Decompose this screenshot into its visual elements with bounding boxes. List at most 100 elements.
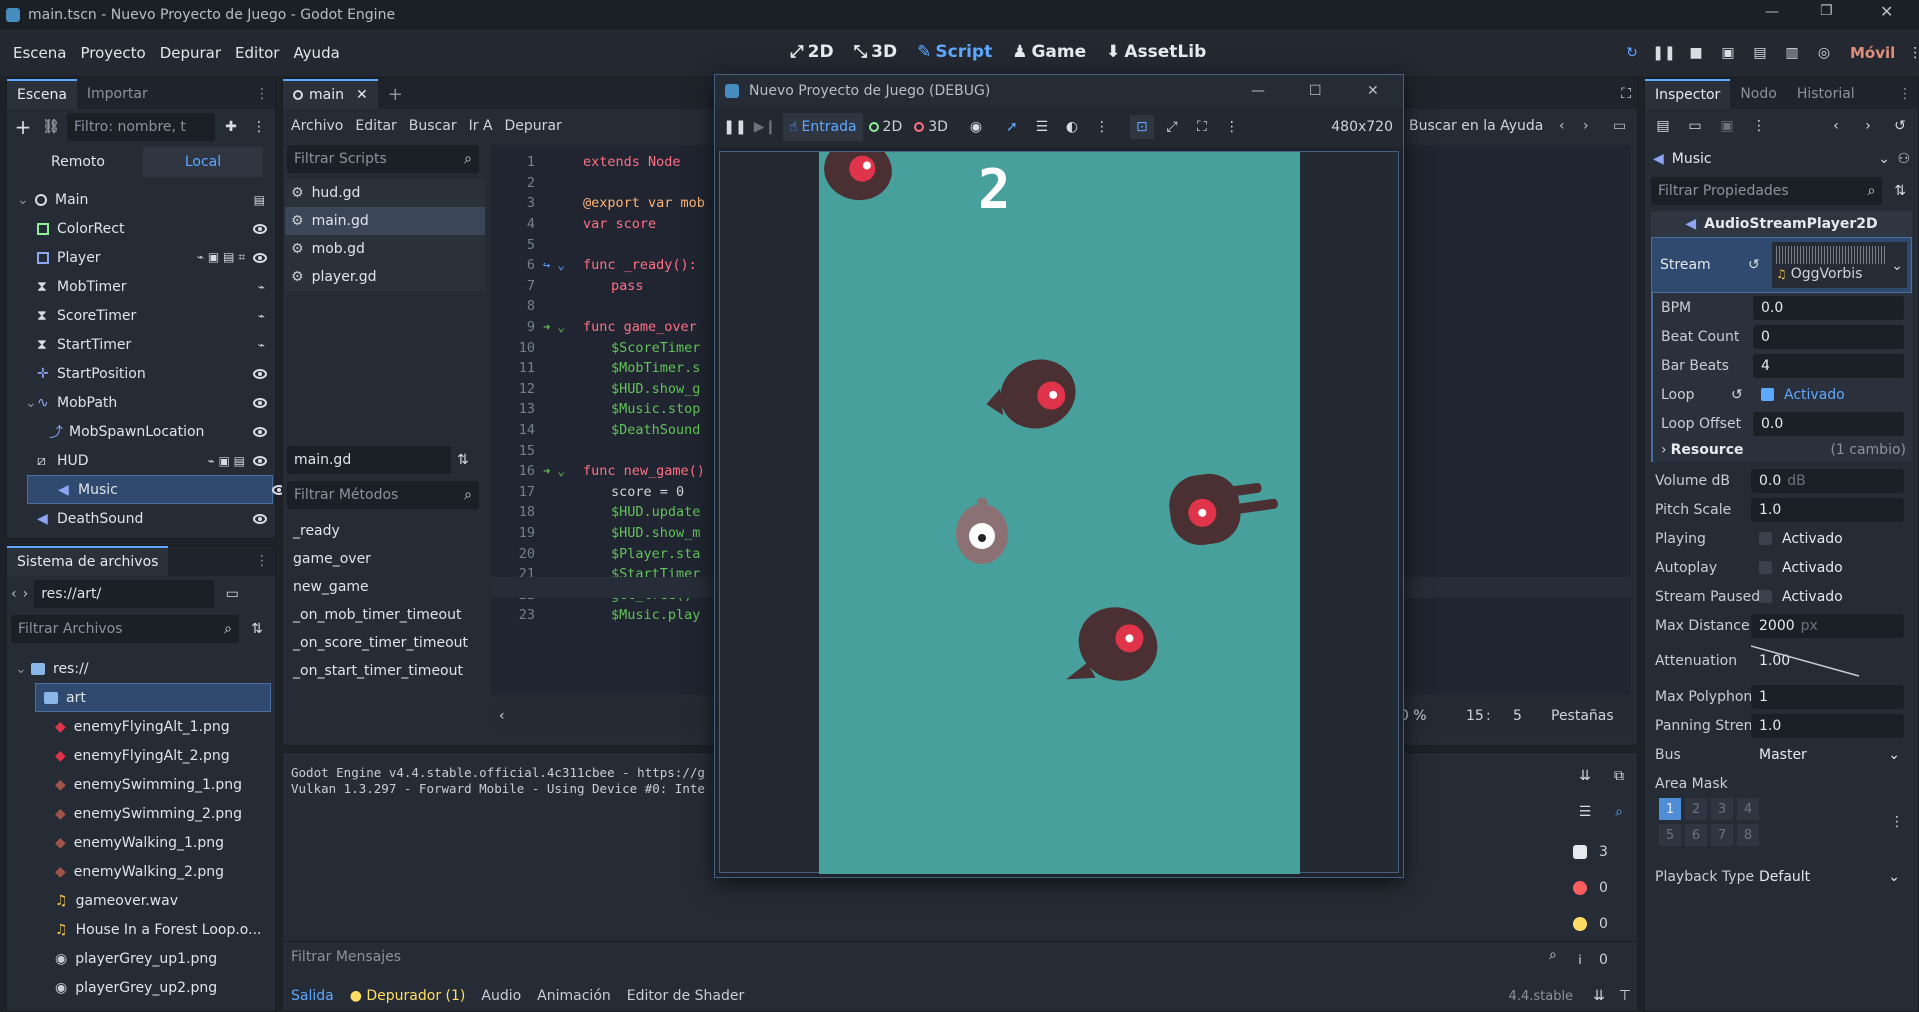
list-select-icon[interactable]: ☰ [1030,115,1054,139]
add-tab-icon[interactable]: + [388,84,403,105]
playback-select[interactable]: Default ⌄ [1751,865,1904,889]
mask-bit[interactable]: 1 [1659,798,1681,820]
history-forward-icon[interactable]: › [1856,114,1880,138]
tree-node-main[interactable]: ⌄ Main ▤ [7,185,275,214]
revert-icon[interactable]: ↺ [1748,257,1760,273]
workspace-game[interactable]: ♟ Game [1012,42,1086,62]
collapse-icon[interactable]: ⌄ [25,395,37,411]
scene-tab-main[interactable]: main ✕ [283,79,378,109]
bus-select[interactable]: Master ⌄ [1751,743,1904,767]
mask-bit[interactable]: 2 [1685,798,1707,820]
tree-node-colorrect[interactable]: ColorRect [7,214,275,243]
signal-icons[interactable]: ⌁ ▣ ▤ ⌗ [197,250,245,265]
script-filter-input[interactable]: Filtrar Scripts ⌕ [287,145,479,173]
renderer-select[interactable]: Móvil [1850,44,1895,62]
property-filter-input[interactable]: Filtrar Propiedades ⌕ [1651,177,1883,205]
attach-script-icon[interactable]: ✚ [219,115,243,139]
link-icon[interactable]: ⛓ [39,115,63,139]
next-frame-icon[interactable]: ▶❙ [753,115,777,139]
file-filter-input[interactable]: Filtrar Archivos ⌕ [11,615,239,643]
history-icon[interactable]: ↺ [1888,114,1912,138]
prop-slider[interactable]: 1.0 [1751,497,1904,522]
movie-icon[interactable]: ◎ [1812,41,1836,65]
save-icon[interactable]: ▣ [1715,114,1739,138]
indent-mode[interactable]: Pestañas [1551,708,1614,724]
dock-menu-icon[interactable]: ⋮ [255,86,269,102]
script-item-main[interactable]: ⚙ main.gd [285,207,485,235]
sort-icon[interactable]: ⇅ [245,617,269,641]
signal-icon[interactable]: ⌁ [258,309,265,323]
prop-slider[interactable]: 0.0 dB [1751,468,1904,493]
gutter-icon[interactable]: ➜ ⌄ [543,320,583,334]
folder-res[interactable]: ⌄ res:// [7,654,275,683]
select-icon[interactable]: ➚ [1000,115,1024,139]
menu-depurar[interactable]: Depurar [153,44,228,62]
mask-bit[interactable]: 7 [1711,824,1733,846]
scene-menu-icon[interactable]: ⋮ [247,115,271,139]
tab-shader[interactable]: Editor de Shader [627,988,744,1004]
gutter-icon[interactable]: ↪ ⌄ [543,258,583,272]
tree-node-mobspawnlocation[interactable]: ⤴ MobSpawnLocation [7,417,275,446]
chevron-down-icon[interactable]: ⌄ [1891,258,1903,274]
new-resource-icon[interactable]: ▤ [1651,114,1675,138]
revert-icon[interactable]: ↺ [1731,387,1743,403]
minimize-icon[interactable]: — [1251,83,1265,99]
method-item[interactable]: _on_start_timer_timeout [287,657,483,685]
visibility-icon[interactable] [253,368,267,379]
minimize-icon[interactable]: — [1765,4,1779,20]
visibility-icon[interactable] [253,455,267,466]
tree-node-music[interactable]: ◀ Music [27,475,286,504]
maximize-icon[interactable]: ☐ [1309,83,1322,99]
remote-button[interactable]: Remoto [13,154,143,170]
tab-nodo[interactable]: Nodo [1730,79,1787,109]
script-item-hud[interactable]: ⚙ hud.gd [285,179,485,207]
mask-bit[interactable]: 6 [1685,824,1707,846]
stretch-icon[interactable]: ⤢ [1160,115,1184,139]
tab-filesystem[interactable]: Sistema de archivos [7,546,169,576]
prop-spinbox[interactable]: 0 [1753,324,1904,349]
path-input[interactable]: res://art/ [34,580,215,608]
method-filter-input[interactable]: Filtrar Métodos ⌕ [287,481,479,509]
scene-filter-input[interactable]: Filtro: nombre, t [67,113,215,141]
loop-checkbox[interactable]: Activado [1753,383,1904,407]
visibility-icon[interactable]: ◉ [964,115,988,139]
vertical-dots-icon[interactable]: ⋮ [1903,41,1919,65]
tree-node-mobpath[interactable]: ⌄ ∿ MobPath [7,388,275,417]
script-item-player[interactable]: ⚙ player.gd [285,263,485,291]
dock-menu-icon[interactable]: ⋮ [1898,86,1912,102]
tab-importar[interactable]: Importar [77,79,158,109]
workspace-assetlib[interactable]: ⬇ AssetLib [1106,42,1206,62]
signal-icon[interactable]: ⌁ [258,338,265,352]
back-icon[interactable]: ‹ [11,586,17,602]
tree-node-startposition[interactable]: ✛ StartPosition [7,359,275,388]
distraction-free-icon[interactable]: ⛶ [1621,86,1631,102]
search-icon[interactable]: ⌕ [1607,800,1631,824]
count-errors[interactable]: 0 [1573,873,1633,903]
tree-node-scoretimer[interactable]: ⧗ ScoreTimer ⌁ [7,301,275,330]
autoplay-checkbox[interactable]: Activado [1751,556,1904,580]
file-item[interactable]: ◉ playerGrey_up2.png [7,973,275,1002]
menu-editor[interactable]: Editor [228,44,286,62]
forward-icon[interactable]: › [23,586,29,602]
sort-methods-icon[interactable]: ⇅ [457,452,469,468]
attenuation-curve[interactable]: 1.00 [1751,642,1904,680]
script-item-mob[interactable]: ⚙ mob.gd [285,235,485,263]
fullscreen-icon[interactable]: ⛶ [1190,115,1214,139]
node-selector[interactable]: ◀ Music ⌄ ⚇ [1645,143,1918,175]
sort-props-icon[interactable]: ⇅ [1888,179,1912,203]
tree-node-hud[interactable]: ⧄ HUD ⌁ ▣ ▤ [7,446,275,475]
close-icon[interactable]: ✕ [1880,2,1893,21]
file-item[interactable]: ◆ enemyFlyingAlt_2.png [7,741,275,770]
close-tab-icon[interactable]: ✕ [356,87,368,103]
mask-bit[interactable]: 4 [1737,798,1759,820]
tab-historial[interactable]: Historial [1787,79,1865,109]
mask-menu-icon[interactable]: ⋮ [1890,814,1904,830]
tree-node-player[interactable]: Player ⌁ ▣ ▤ ⌗ [7,243,275,272]
visibility-icon[interactable] [253,426,267,437]
tab-depurador[interactable]: ● Depurador (1) [350,988,466,1004]
mask-bit[interactable]: 3 [1711,798,1733,820]
dots-icon[interactable]: ⋮ [1220,115,1244,139]
playing-checkbox[interactable]: Activado [1751,527,1904,551]
dock-menu-icon[interactable]: ⋮ [255,553,269,569]
signal-icon[interactable]: ⌁ [258,280,265,294]
